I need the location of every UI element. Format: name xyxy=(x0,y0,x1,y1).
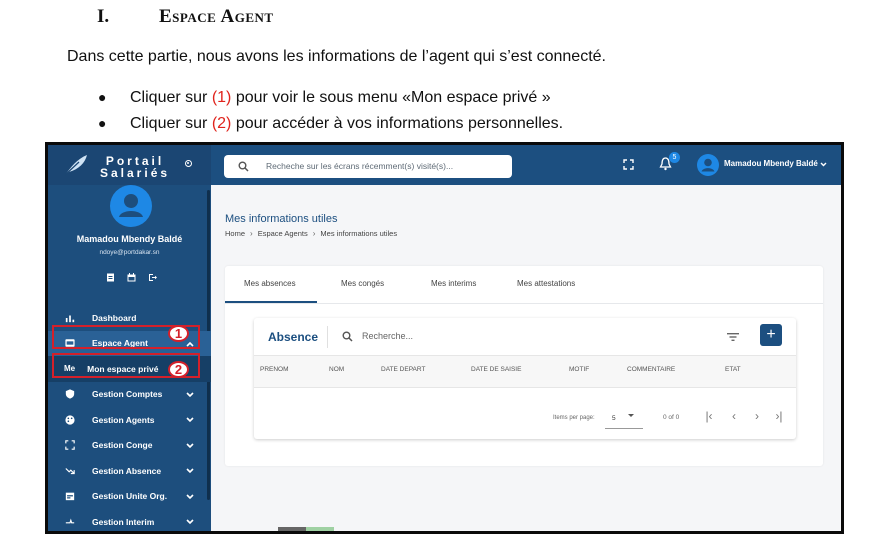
column-header[interactable]: DATE DEPART xyxy=(381,366,425,373)
sidebar-item-gestion-conge[interactable]: Gestion Conge xyxy=(48,433,211,459)
add-button[interactable]: + xyxy=(760,324,782,346)
bullet-item: ● Cliquer sur (2) pour accéder à vos info… xyxy=(98,115,564,132)
feather-logo-icon xyxy=(64,155,87,176)
plus-icon: + xyxy=(766,326,776,343)
next-page-icon[interactable]: › xyxy=(751,410,763,422)
tab-mes-absences[interactable]: Mes absences xyxy=(244,279,296,288)
column-header[interactable]: DATE DE SAISIE xyxy=(471,366,521,373)
chevron-down-icon xyxy=(186,442,194,448)
items-per-page-label: Items per page: xyxy=(553,415,595,421)
sidebar-item-gestion-comptes[interactable]: Gestion Comptes xyxy=(48,382,211,408)
section-heading: I. Espace Agent xyxy=(97,6,274,28)
section-number: I. xyxy=(97,6,110,27)
user-avatar[interactable] xyxy=(697,154,719,176)
sidebar-item-gestion-absence[interactable]: Gestion Absence xyxy=(48,458,211,484)
swap-icon xyxy=(64,516,76,528)
chevron-right-icon: › xyxy=(312,229,316,238)
app-screenshot: Portail Salariés Mamadou Mbendy Baldé ndo… xyxy=(45,142,844,534)
page-title: Mes informations utiles xyxy=(225,213,338,225)
active-tab-indicator xyxy=(225,301,317,303)
prev-page-icon[interactable]: ‹ xyxy=(728,410,740,422)
first-page-icon[interactable]: |‹ xyxy=(703,410,715,422)
breadcrumb-current: Mes informations utiles xyxy=(320,229,398,238)
section-title: Espace Agent xyxy=(159,6,274,27)
palette-icon xyxy=(64,414,76,426)
filter-icon[interactable] xyxy=(727,332,739,342)
breadcrumb: Home › Espace Agents › Mes informations ut… xyxy=(225,229,397,238)
trend-down-icon xyxy=(64,465,76,477)
calendar-icon[interactable] xyxy=(127,269,136,282)
search-icon xyxy=(238,161,249,172)
search-input[interactable]: Recheche sur les écrans récemment(s) vis… xyxy=(224,155,512,178)
caret-down-icon xyxy=(628,414,634,417)
calendar-icon xyxy=(64,490,76,502)
items-per-page-select[interactable]: 5 xyxy=(605,407,643,429)
page-range: 0 of 0 xyxy=(663,414,680,421)
table-header: PRENOM NOM DATE DEPART DATE DE SAISIE MO… xyxy=(254,355,796,388)
intro-paragraph: Dans cette partie, nous avons les inform… xyxy=(67,48,606,65)
column-header[interactable]: ETAT xyxy=(725,366,741,373)
last-page-icon[interactable]: ›| xyxy=(773,410,785,422)
user-icon xyxy=(119,194,143,217)
annotation-marker-1: 1 xyxy=(168,325,189,342)
tab-bar: Mes absences Mes congés Mes interims Mes… xyxy=(225,266,823,304)
profile-email: ndoye@portdakar.sn xyxy=(99,249,160,256)
user-icon xyxy=(701,158,715,172)
column-header[interactable]: NOM xyxy=(329,366,344,373)
bullet-item: ● Cliquer sur (1) pour voir le sous menu … xyxy=(98,89,551,106)
chevron-down-icon xyxy=(186,417,194,423)
brand-bar: Portail Salariés xyxy=(48,145,211,185)
sidebar-item-gestion-interim[interactable]: Gestion Interim xyxy=(48,509,211,531)
chevron-down-icon xyxy=(186,391,194,397)
bar-chart-icon xyxy=(64,312,76,324)
info-card: Mes absences Mes congés Mes interims Mes… xyxy=(225,266,823,466)
absence-table-card: Absence Recherche... + PRENOM NOM DATE D… xyxy=(254,318,796,439)
table-search-input[interactable]: Recherche... xyxy=(362,331,413,341)
chevron-down-icon[interactable] xyxy=(819,160,828,169)
column-header[interactable]: PRENOM xyxy=(260,366,289,373)
avatar xyxy=(110,185,152,227)
breadcrumb-home[interactable]: Home xyxy=(225,229,245,238)
column-header[interactable]: MOTIF xyxy=(569,366,589,373)
document-icon[interactable] xyxy=(106,269,115,282)
breadcrumb-espace-agents[interactable]: Espace Agents xyxy=(258,229,308,238)
logout-icon[interactable] xyxy=(148,269,157,281)
chevron-down-icon xyxy=(186,468,194,474)
chevron-down-icon xyxy=(186,519,194,525)
sidebar-item-gestion-agents[interactable]: Gestion Agents xyxy=(48,407,211,433)
horizontal-scrollbar-thumb[interactable] xyxy=(306,527,334,531)
user-name[interactable]: Mamadou Mbendy Baldé xyxy=(724,159,818,168)
tab-mes-interims[interactable]: Mes interims xyxy=(431,279,476,288)
chevron-down-icon xyxy=(186,493,194,499)
table-title: Absence xyxy=(268,330,319,344)
chevron-right-icon: › xyxy=(250,229,253,238)
sidebar-item-gestion-unite[interactable]: Gestion Unite Org. xyxy=(48,484,211,510)
search-icon xyxy=(342,331,353,342)
annotation-marker-2: 2 xyxy=(168,361,189,378)
brand-name: Portail Salariés xyxy=(100,154,171,180)
profile-actions xyxy=(106,269,157,282)
tab-mes-attestations[interactable]: Mes attestations xyxy=(517,279,575,288)
expand-icon xyxy=(64,439,76,451)
fullscreen-icon[interactable] xyxy=(623,159,634,170)
column-header[interactable]: COMMENTAIRE xyxy=(627,366,675,373)
tab-mes-conges[interactable]: Mes congés xyxy=(341,279,384,288)
sidebar: Portail Salariés Mamadou Mbendy Baldé ndo… xyxy=(48,145,211,531)
notification-badge: 5 xyxy=(669,152,680,163)
shield-icon xyxy=(64,388,76,400)
search-placeholder: Recheche sur les écrans récemment(s) vis… xyxy=(266,161,454,171)
sidebar-toggle-icon[interactable] xyxy=(185,160,192,167)
divider xyxy=(327,326,328,348)
top-bar: Recheche sur les écrans récemment(s) vis… xyxy=(211,145,841,185)
profile-name: Mamadou Mbendy Baldé xyxy=(76,234,183,244)
